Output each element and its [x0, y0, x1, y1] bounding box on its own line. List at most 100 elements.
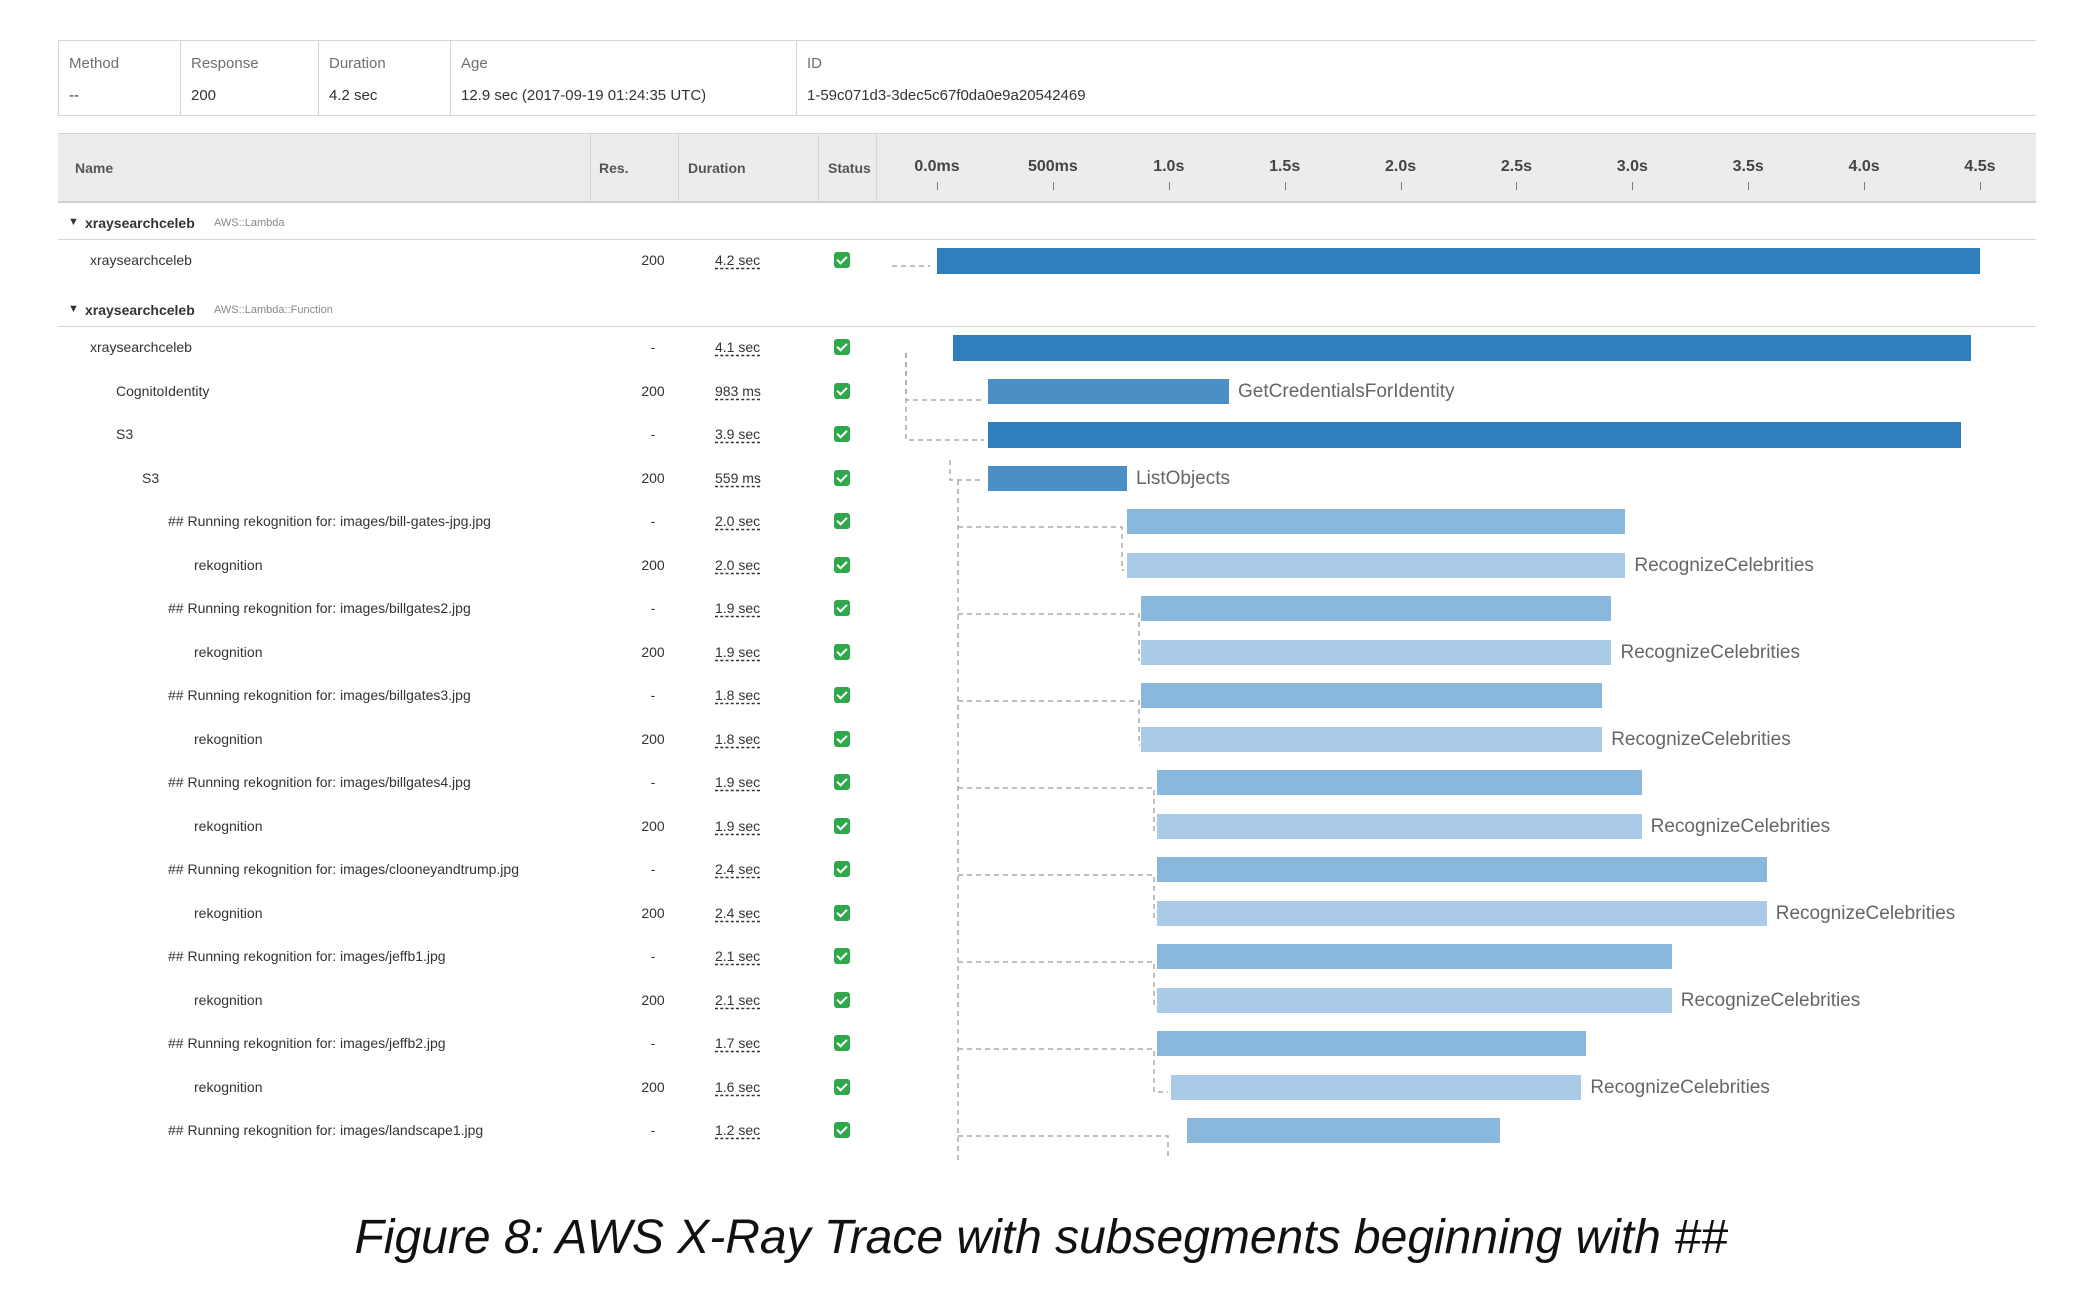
tick-label: 1.0s	[1153, 158, 1185, 175]
column-header-name[interactable]: Name	[75, 160, 113, 176]
segment-duration-link[interactable]: 2.0 sec	[715, 513, 760, 529]
segment-duration-link[interactable]: 2.4 sec	[715, 905, 760, 921]
status-ok-icon	[834, 556, 850, 573]
segment-response: -	[650, 948, 656, 964]
trace-row[interactable]: ## Running rekognition for: images/billg…	[58, 762, 2036, 805]
caret-down-icon[interactable]: ▼	[68, 216, 79, 228]
tick-mark	[1748, 182, 1750, 190]
segment-response: 200	[641, 469, 665, 486]
segment-name: ## Running rekognition for: images/billg…	[168, 600, 471, 616]
tick-label: 2.5s	[1500, 158, 1533, 175]
segment-bar[interactable]	[987, 422, 1962, 448]
segment-duration-link[interactable]: 2.1 sec	[715, 992, 760, 1008]
segment-duration-link[interactable]: 1.9 sec	[715, 818, 760, 834]
segment-duration-link[interactable]: 1.7 sec	[715, 1035, 760, 1051]
status-ok-icon	[834, 426, 850, 442]
age-value: 12.9 sec (2017-09-19 01:24:35 UTC)	[461, 87, 707, 104]
column-header-duration[interactable]: Duration	[688, 160, 746, 176]
segment-bar[interactable]	[1140, 726, 1603, 752]
status-ok-icon	[834, 991, 850, 1008]
segment-name: ## Running rekognition for: images/jeffb…	[168, 948, 446, 964]
response-label: Response	[191, 55, 259, 72]
trace-row[interactable]: ## Running rekognition for: images/jeffb…	[58, 1023, 2036, 1066]
segment-response: -	[650, 426, 656, 442]
tick-label: 4.0s	[1848, 158, 1880, 175]
column-divider	[678, 134, 679, 201]
segment-bar[interactable]	[987, 378, 1230, 404]
segment-duration-link[interactable]: 1.9 sec	[715, 774, 760, 790]
segment-duration-link[interactable]: 1.2 sec	[715, 1122, 760, 1138]
segment-bar[interactable]	[1171, 1074, 1582, 1100]
segment-bar[interactable]	[1187, 1118, 1501, 1143]
column-header-status[interactable]: Status	[828, 160, 871, 176]
segment-bar-label: RecognizeCelebrities	[1611, 728, 1791, 750]
id-value[interactable]: 1-59c071d3-3dec5c67f0da0e9a20542469	[807, 87, 1086, 104]
segment-bar[interactable]	[1157, 987, 1672, 1013]
status-ok-icon	[834, 1035, 850, 1051]
trace-row[interactable]: ## Running rekognition for: images/lands…	[58, 1110, 2036, 1153]
segment-bar[interactable]	[1157, 770, 1642, 795]
segment-duration-link[interactable]: 983 ms	[715, 383, 761, 399]
response-value: 200	[191, 87, 217, 104]
segment-bar[interactable]	[1127, 552, 1626, 578]
group-row[interactable]: ▼ xraysearchceleb AWS::Lambda	[58, 210, 2036, 240]
segment-response: -	[650, 861, 656, 877]
segment-name: rekognition	[194, 817, 263, 834]
segment-duration-link[interactable]: 4.1 sec	[715, 339, 760, 355]
segment-duration-link[interactable]: 1.8 sec	[715, 731, 760, 747]
segment-bar[interactable]	[987, 465, 1128, 491]
segment-name: rekognition	[194, 1078, 263, 1095]
status-ok-icon	[834, 382, 850, 399]
status-ok-icon	[834, 774, 850, 790]
caret-down-icon[interactable]: ▼	[68, 303, 79, 315]
segment-bar[interactable]	[1157, 1031, 1586, 1056]
group-type: AWS::Lambda	[214, 217, 285, 229]
segment-bar[interactable]	[953, 335, 1971, 361]
segment-duration-link[interactable]: 4.2 sec	[715, 252, 760, 268]
segment-response: -	[650, 600, 656, 616]
segment-bar[interactable]	[1140, 639, 1612, 665]
segment-response: 200	[641, 382, 665, 399]
segment-bar[interactable]	[1140, 596, 1612, 621]
segment-name: ## Running rekognition for: images/bill-…	[168, 513, 491, 529]
status-ok-icon	[834, 252, 850, 268]
segment-bar[interactable]	[937, 248, 1980, 274]
age-label: Age	[461, 55, 488, 72]
segment-name: xraysearchceleb	[90, 339, 192, 355]
segment-duration-link[interactable]: 2.1 sec	[715, 948, 760, 964]
segment-duration-link[interactable]: 3.9 sec	[715, 426, 760, 442]
tick-label: 2.0s	[1384, 158, 1417, 175]
segment-response: 200	[641, 817, 665, 834]
summary-id: ID 1-59c071d3-3dec5c67f0da0e9a20542469	[797, 41, 2037, 115]
segment-duration-link[interactable]: 2.4 sec	[715, 861, 760, 877]
trace-row[interactable]: ## Running rekognition for: images/billg…	[58, 588, 2036, 631]
segment-duration-link[interactable]: 1.6 sec	[715, 1079, 760, 1095]
tick-label: 3.0s	[1616, 158, 1648, 175]
method-label: Method	[69, 55, 120, 72]
summary-response: Response 200	[181, 41, 319, 115]
segment-duration-link[interactable]: 1.9 sec	[715, 644, 760, 660]
column-header-res[interactable]: Res.	[599, 160, 629, 176]
segment-name: ## Running rekognition for: images/jeffb…	[168, 1035, 446, 1051]
summary-method: Method --	[59, 41, 181, 115]
tick-mark	[1284, 182, 1286, 190]
segment-duration-link[interactable]: 2.0 sec	[715, 557, 760, 573]
segment-duration-link[interactable]: 1.8 sec	[715, 687, 760, 703]
segment-response: -	[650, 774, 656, 790]
group-row[interactable]: ▼ xraysearchceleb AWS::Lambda::Function	[58, 297, 2036, 327]
segment-bar[interactable]	[1157, 857, 1767, 882]
trace-row[interactable]: ## Running rekognition for: images/billg…	[58, 675, 2036, 718]
segment-duration-link[interactable]: 559 ms	[715, 470, 761, 486]
segment-bar[interactable]	[1157, 813, 1642, 839]
column-divider	[590, 134, 591, 201]
segment-duration-link[interactable]: 1.9 sec	[715, 600, 760, 616]
trace-row[interactable]: ## Running rekognition for: images/jeffb…	[58, 936, 2036, 979]
trace-row[interactable]: ## Running rekognition for: images/bill-…	[58, 501, 2036, 544]
status-ok-icon	[834, 1078, 850, 1095]
trace-summary: Method -- Response 200 Duration 4.2 sec …	[58, 40, 2036, 116]
segment-bar[interactable]	[1157, 944, 1672, 969]
segment-name: ## Running rekognition for: images/lands…	[168, 1122, 484, 1138]
segment-bar[interactable]	[1157, 900, 1767, 926]
segment-bar[interactable]	[1140, 683, 1603, 708]
segment-bar[interactable]	[1127, 509, 1626, 534]
